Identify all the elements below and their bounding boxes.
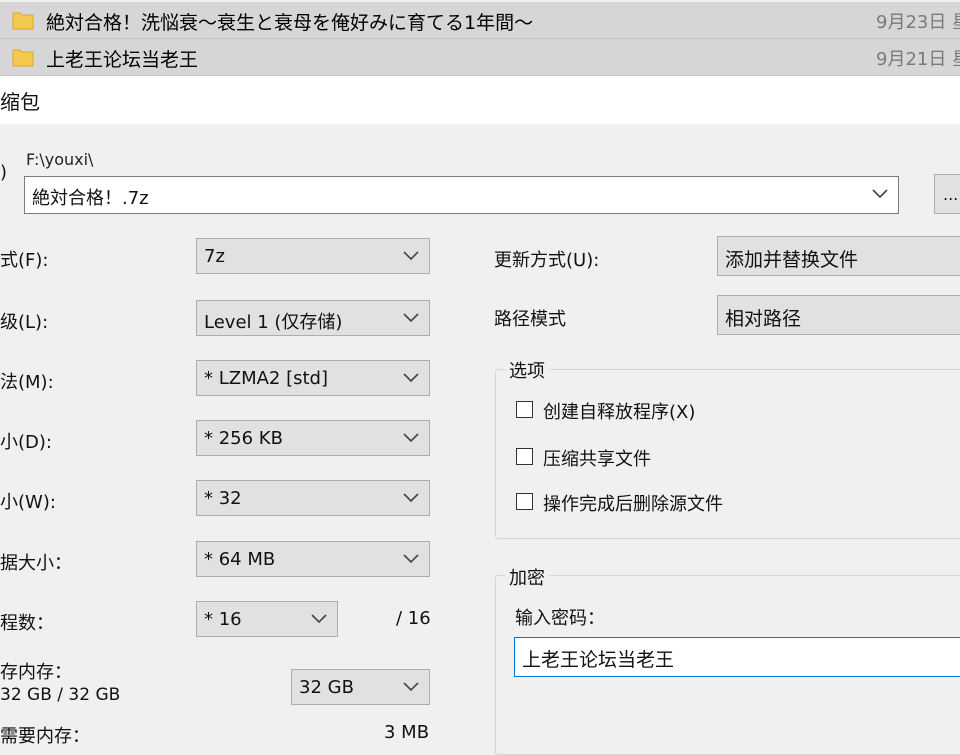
chevron-down-icon [403,554,419,564]
method-label: 法(M): [0,372,54,393]
update-select[interactable]: 添加并替换文件 [717,236,960,276]
word-value: * 32 [204,488,242,509]
dict-label: 小(D): [0,432,52,453]
solid-label: 据大小： [0,553,72,574]
update-value: 添加并替换文件 [725,249,859,271]
decomp-value: 3 MB [384,722,430,743]
threads-label: 程数： [0,613,54,634]
chevron-down-icon [872,189,888,199]
file-row[interactable]: 絶対合格！洗悩衰～衰生と衰母を俺好みに育てる1年間～ 9月23日 星 [0,2,960,39]
format-select[interactable]: 7z [196,238,430,274]
dict-value: * 256 KB [204,428,283,449]
memory-value: 32 GB [299,677,354,698]
chevron-down-icon [403,313,419,323]
chevron-down-icon [403,373,419,383]
method-value: * LZMA2 [std] [204,368,329,389]
archive-name-value: 絶対合格！.7z [32,188,149,209]
password-input[interactable]: 上老王论坛当老王 [514,637,960,677]
encryption-title: 加密 [505,564,549,590]
path-select[interactable]: 相对路径 [717,295,960,335]
level-select[interactable]: Level 1 (仅存储) [196,300,430,336]
password-label: 输入密码： [515,608,605,629]
archive-dir: F:\youxi\ [26,150,94,169]
threads-select[interactable]: * 16 [196,601,338,637]
word-label: 小(W): [0,492,56,513]
dialog-title: 缩包 [0,90,40,114]
sfx-label[interactable]: 创建自释放程序(X) [543,398,695,424]
delete-source-checkbox[interactable] [516,493,533,510]
decomp-label: 需要内存： [0,726,90,747]
chevron-down-icon [403,251,419,261]
options-title: 选项 [505,357,549,383]
shared-label[interactable]: 压缩共享文件 [543,445,651,471]
chevron-down-icon [403,493,419,503]
file-name: 絶対合格！洗悩衰～衰生と衰母を俺好みに育てる1年間～ [46,12,534,34]
level-label: 级(L): [0,312,49,333]
format-value: 7z [204,246,225,267]
archive-label: ) [0,162,8,183]
memory-label: 存内存： [0,662,72,683]
file-date: 9月23日 星 [876,12,960,33]
dialog-titlebar [0,76,960,124]
sfx-checkbox[interactable] [516,401,533,418]
archive-name-combo[interactable]: 絶対合格！.7z [24,176,899,214]
folder-icon [12,49,34,67]
threads-max: / 16 [396,608,431,629]
folder-icon [12,12,34,30]
memory-sub: 32 GB / 32 GB [0,685,121,705]
word-select[interactable]: * 32 [196,480,430,516]
shared-checkbox[interactable] [516,448,533,465]
memory-select[interactable]: 32 GB [291,669,430,705]
browse-label: ... [943,185,959,204]
file-date: 9月21日 星 [876,49,960,70]
path-label: 路径模式 [494,309,566,330]
chevron-down-icon [311,614,327,624]
solid-select[interactable]: * 64 MB [196,541,430,577]
solid-value: * 64 MB [204,549,276,570]
threads-value: * 16 [204,609,242,630]
format-label: 式(F): [0,250,49,271]
delete-source-label[interactable]: 操作完成后删除源文件 [543,490,723,516]
file-name: 上老王论坛当老王 [46,49,199,71]
browse-button[interactable]: ... [934,174,960,214]
update-label: 更新方式(U): [494,250,600,271]
file-row[interactable]: 上老王论坛当老王 9月21日 星 [0,39,960,76]
chevron-down-icon [403,433,419,443]
path-value: 相对路径 [725,308,802,330]
password-value: 上老王论坛当老王 [522,649,675,671]
level-value: Level 1 (仅存储) [204,312,343,333]
dict-select[interactable]: * 256 KB [196,420,430,456]
chevron-down-icon [403,682,419,692]
method-select[interactable]: * LZMA2 [std] [196,360,430,396]
